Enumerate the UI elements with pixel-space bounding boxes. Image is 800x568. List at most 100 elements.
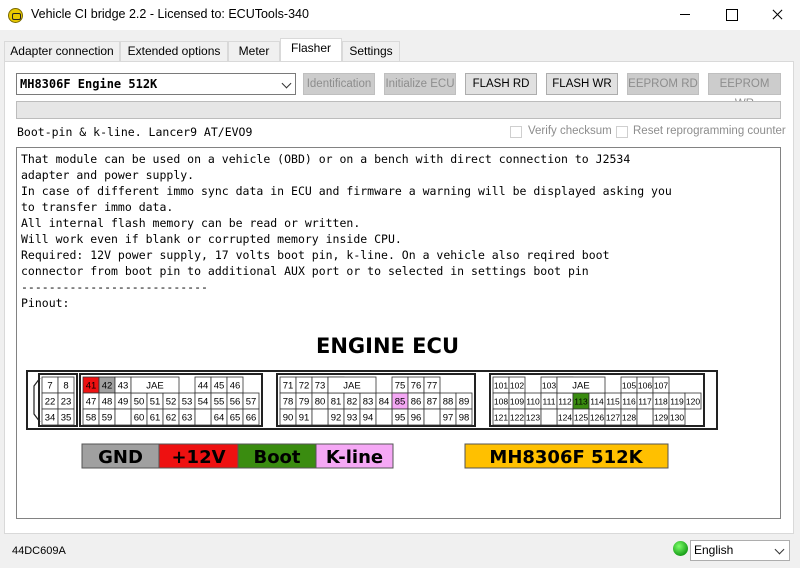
title-bar[interactable]: Vehicle CI bridge 2.2 - Licensed to: ECU… (0, 0, 800, 30)
pin-number: 65 (230, 413, 241, 424)
maximize-icon[interactable] (708, 0, 754, 30)
initialize-ecu-button[interactable]: Initialize ECU (384, 73, 456, 95)
pin-number: 22 (45, 397, 56, 408)
pin-number: 23 (61, 397, 72, 408)
pin-number: 46 (230, 381, 241, 392)
pin-number: 111 (543, 397, 556, 407)
info-line: connector from boot pin to additional AU… (21, 264, 589, 278)
pin-number: 118 (654, 397, 668, 407)
info-line: to transfer immo data. (21, 200, 174, 214)
tab-meter[interactable]: Meter (228, 41, 280, 61)
pin-number: 123 (526, 413, 540, 423)
pin-number: 57 (246, 397, 257, 408)
pin-number: 88 (443, 397, 454, 408)
pin-number: 50 (134, 397, 145, 408)
pin-number: 42 (102, 381, 113, 392)
pin-cell-empty (114, 408, 132, 426)
verify-checksum-checkbox[interactable] (510, 126, 522, 138)
pin-number: 130 (670, 413, 684, 423)
connector-label: JAE (343, 381, 360, 392)
pin-number: 76 (411, 381, 422, 392)
pin-number: 120 (686, 397, 700, 407)
tab-settings[interactable]: Settings (342, 41, 400, 61)
pin-number: 115 (606, 397, 620, 407)
flash-read-button[interactable]: FLASH RD (465, 73, 537, 95)
pin-number: 78 (283, 397, 294, 408)
pin-number: 101 (494, 381, 508, 391)
info-line: --------------------------- (21, 280, 208, 294)
verify-checksum-label: Verify checksum (528, 125, 612, 137)
pin-number: 43 (118, 381, 129, 392)
pin-number: 98 (459, 413, 470, 424)
pin-number: 49 (118, 397, 129, 408)
pin-number: 116 (622, 397, 636, 407)
pin-number: 129 (654, 413, 668, 423)
app-icon (8, 8, 23, 23)
pin-number: 127 (606, 413, 620, 423)
pin-number: 77 (427, 381, 438, 392)
window-title: Vehicle CI bridge 2.2 - Licensed to: ECU… (31, 7, 309, 21)
pin-number: 54 (198, 397, 209, 408)
pin-number: 52 (166, 397, 177, 408)
language-select[interactable]: English (690, 540, 790, 561)
pin-number: 64 (214, 413, 225, 424)
pin-number: 126 (590, 413, 604, 423)
eeprom-read-button[interactable]: EEPROM RD (627, 73, 699, 95)
pin-number: 102 (510, 381, 524, 391)
pin-number: 51 (150, 397, 161, 408)
tab-extended-options[interactable]: Extended options (120, 41, 228, 61)
connector-label: JAE (146, 381, 163, 392)
pin-number: 117 (638, 397, 652, 407)
pin-number: 45 (214, 381, 225, 392)
chevron-down-icon (281, 78, 292, 89)
info-line: All internal flash memory can be read or… (21, 216, 361, 230)
info-line: That module can be used on a vehicle (OB… (21, 152, 631, 166)
pin-number: 61 (150, 413, 161, 424)
tab-flasher[interactable]: Flasher (280, 38, 342, 61)
pin-number: 105 (622, 381, 636, 391)
pin-number: 122 (510, 413, 524, 423)
pin-number: 48 (102, 397, 113, 408)
reset-counter-checkbox[interactable] (616, 126, 628, 138)
device-id: 44DC609A (12, 545, 66, 557)
connector-label: JAE (572, 381, 589, 392)
info-line: In case of different immo sync data in E… (21, 184, 672, 198)
language-select-value: English (694, 543, 734, 557)
pin-number: 35 (61, 413, 72, 424)
module-description: Boot-pin & k-line. Lancer9 AT/EVO9 (17, 125, 253, 139)
eeprom-write-button[interactable]: EEPROM WR (708, 73, 781, 110)
pin-number: 84 (379, 397, 390, 408)
pin-number: 128 (622, 413, 636, 423)
pin-number: 71 (283, 381, 294, 392)
pin-number: 91 (299, 413, 310, 424)
pin-number: 8 (63, 381, 68, 392)
connection-status-icon (673, 541, 688, 556)
model-label: MH8306F 512K (489, 447, 643, 468)
pin-number: 73 (315, 381, 326, 392)
pin-number: 83 (363, 397, 374, 408)
pin-number: 112 (558, 397, 572, 407)
flash-write-button[interactable]: FLASH WR (546, 73, 618, 95)
pin-number: 119 (670, 397, 684, 407)
minimize-icon[interactable] (662, 0, 708, 30)
identification-button[interactable]: Identification (303, 73, 375, 95)
tab-adapter-connection[interactable]: Adapter connection (4, 41, 120, 61)
pin-number: 87 (427, 397, 438, 408)
pin-cell-empty (194, 408, 212, 426)
pin-number: 90 (283, 413, 294, 424)
pin-number: 66 (246, 413, 257, 424)
close-icon[interactable] (754, 0, 800, 30)
pin-cell-empty (375, 408, 393, 426)
pin-number: 72 (299, 381, 310, 392)
pin-number: 94 (363, 413, 374, 424)
pin-number: 89 (459, 397, 470, 408)
module-select[interactable]: MH8306F Engine 512K (16, 73, 296, 95)
pin-number: 79 (299, 397, 310, 408)
progress-bar (16, 101, 781, 119)
pin-number: 124 (558, 413, 572, 423)
pin-number: 103 (542, 381, 556, 391)
pin-number: 82 (347, 397, 358, 408)
legend-label: K-line (326, 447, 383, 468)
pin-number: 114 (590, 397, 604, 407)
pin-number: 125 (574, 413, 588, 423)
